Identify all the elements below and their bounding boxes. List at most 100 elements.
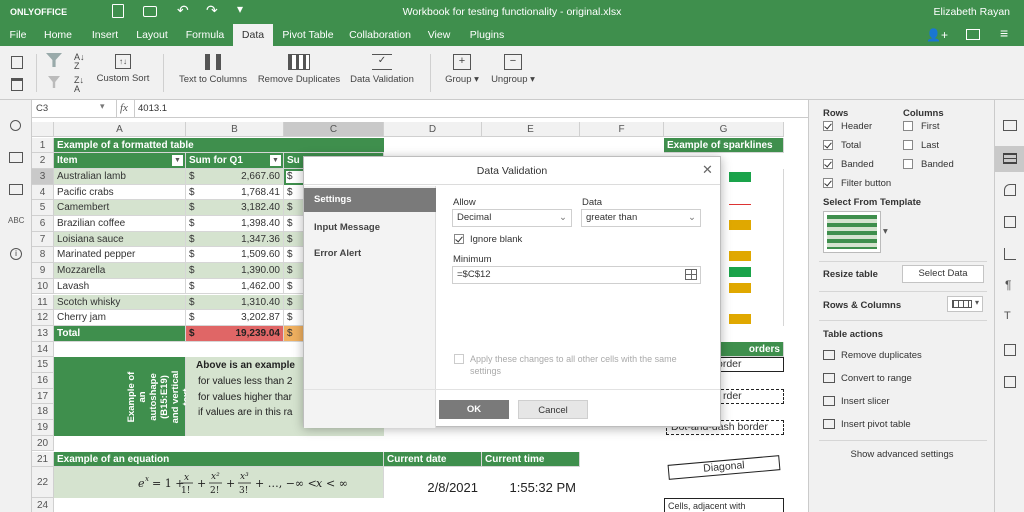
- paragraph-settings-icon[interactable]: ¶: [1005, 278, 1011, 292]
- current-time-label[interactable]: Current time: [482, 451, 580, 468]
- header-item[interactable]: Item ▼: [54, 153, 186, 169]
- row-header[interactable]: 9: [32, 263, 54, 279]
- select-all-corner[interactable]: [32, 122, 54, 137]
- value-cell[interactable]: $1,347.36: [186, 231, 284, 248]
- item-cell[interactable]: Cherry jam: [54, 310, 186, 326]
- tab-collaboration[interactable]: Collaboration: [344, 24, 416, 46]
- hamburger-menu-icon[interactable]: ≡: [1000, 25, 1008, 41]
- last-column-checkbox[interactable]: [903, 140, 913, 150]
- data-validation-button[interactable]: ✓ Data Validation: [348, 54, 416, 85]
- item-cell[interactable]: Loisiana sauce: [54, 231, 186, 248]
- equation-title[interactable]: Example of an equation: [54, 451, 384, 468]
- remove-duplicates-action[interactable]: Remove duplicates: [823, 350, 991, 361]
- remove-duplicates-button[interactable]: Remove Duplicates: [256, 54, 342, 85]
- slicer-settings-icon[interactable]: [1004, 376, 1016, 388]
- column-header[interactable]: D: [384, 122, 482, 137]
- row-header[interactable]: 14: [32, 341, 54, 358]
- first-column-checkbox[interactable]: [903, 121, 913, 131]
- custom-sort-button[interactable]: ↑↓ Custom Sort: [92, 54, 154, 84]
- value-cell[interactable]: $1,768.41: [186, 184, 284, 201]
- filter-button-checkbox[interactable]: [823, 178, 833, 188]
- column-header[interactable]: F: [580, 122, 664, 137]
- pivot-settings-icon[interactable]: [1004, 344, 1016, 356]
- image-settings-icon[interactable]: [1004, 216, 1016, 228]
- text-art-icon[interactable]: T: [1004, 310, 1011, 322]
- tab-plugins[interactable]: Plugins: [462, 24, 512, 46]
- banded-columns-checkbox[interactable]: [903, 159, 913, 169]
- cell-settings-icon[interactable]: [1003, 120, 1017, 131]
- template-picker[interactable]: [823, 211, 881, 253]
- item-cell[interactable]: Brazilian coffee: [54, 216, 186, 232]
- share-users-icon[interactable]: 👤+: [926, 28, 948, 42]
- value-cell[interactable]: $3,182.40: [186, 200, 284, 216]
- sparklines-title[interactable]: Example of sparklines: [664, 137, 784, 154]
- total-label[interactable]: Total: [54, 325, 186, 342]
- row-header[interactable]: 2: [32, 153, 54, 169]
- value-cell[interactable]: $3,202.87: [186, 310, 284, 326]
- tab-data[interactable]: Data: [233, 24, 273, 46]
- column-header[interactable]: C: [284, 122, 384, 137]
- row-header[interactable]: 22: [32, 467, 54, 499]
- diagonal-border-example[interactable]: Diagonal: [667, 455, 781, 480]
- value-cell[interactable]: $2,667.60: [186, 168, 284, 185]
- item-cell[interactable]: Marinated pepper: [54, 247, 186, 264]
- tab-input-message[interactable]: Input Message: [314, 222, 380, 233]
- select-range-icon[interactable]: [685, 269, 697, 280]
- insert-pivot-table-action[interactable]: Insert pivot table: [823, 419, 991, 430]
- select-data-button[interactable]: Select Data: [902, 265, 984, 283]
- template-dropdown-icon[interactable]: ▾: [883, 226, 888, 237]
- item-cell[interactable]: Camembert: [54, 200, 186, 216]
- column-header[interactable]: A: [54, 122, 186, 137]
- clear-filter-icon[interactable]: [48, 76, 60, 88]
- show-advanced-settings-link[interactable]: Show advanced settings: [809, 449, 995, 460]
- chat-icon[interactable]: [9, 184, 23, 195]
- formatted-table-title[interactable]: Example of a formatted table: [54, 137, 384, 154]
- row-header[interactable]: 11: [32, 294, 54, 311]
- row-header[interactable]: 1: [32, 137, 54, 154]
- row-header[interactable]: 24: [32, 498, 54, 512]
- item-cell[interactable]: Lavash: [54, 278, 186, 295]
- item-cell[interactable]: Mozzarella: [54, 263, 186, 279]
- function-icon[interactable]: fx: [120, 102, 128, 114]
- cells-adjacent-text[interactable]: Cells, adjacent with: [664, 498, 784, 512]
- row-header[interactable]: 16: [32, 373, 54, 389]
- tab-file[interactable]: File: [4, 24, 32, 46]
- group-button[interactable]: + Group ▾: [442, 54, 482, 85]
- current-date-label[interactable]: Current date: [384, 451, 482, 468]
- copy-icon[interactable]: [11, 56, 23, 69]
- table-settings-tab[interactable]: [995, 146, 1024, 172]
- spellcheck-icon[interactable]: ABC: [8, 216, 24, 225]
- row-header[interactable]: 7: [32, 231, 54, 248]
- column-header[interactable]: G: [664, 122, 784, 137]
- name-box-dropdown-icon[interactable]: ▾: [100, 101, 105, 112]
- tab-settings[interactable]: Settings: [304, 188, 436, 212]
- item-cell[interactable]: Pacific crabs: [54, 184, 186, 201]
- value-cell[interactable]: $1,509.60: [186, 247, 284, 264]
- row-header[interactable]: 5: [32, 200, 54, 216]
- insert-slicer-action[interactable]: Insert slicer: [823, 396, 991, 407]
- sort-descending-icon[interactable]: Z↓ A: [74, 76, 84, 94]
- text-to-columns-button[interactable]: Text to Columns: [177, 54, 249, 85]
- row-header[interactable]: 17: [32, 388, 54, 405]
- row-header[interactable]: 13: [32, 325, 54, 342]
- row-header[interactable]: 8: [32, 247, 54, 264]
- total-value[interactable]: $19,239.04: [186, 325, 284, 342]
- user-name[interactable]: Elizabeth Rayan: [934, 0, 1010, 24]
- close-icon[interactable]: ✕: [702, 162, 713, 178]
- banded-rows-checkbox[interactable]: [823, 159, 833, 169]
- total-checkbox[interactable]: [823, 140, 833, 150]
- item-cell[interactable]: Australian lamb: [54, 168, 186, 185]
- formula-input[interactable]: 4013.1: [138, 102, 167, 116]
- tab-pivot-table[interactable]: Pivot Table: [278, 24, 338, 46]
- current-time-value[interactable]: 1:55:32 PM: [482, 467, 580, 498]
- row-header[interactable]: 21: [32, 451, 54, 468]
- info-icon[interactable]: i: [10, 248, 22, 260]
- row-header[interactable]: 12: [32, 310, 54, 326]
- tab-home[interactable]: Home: [38, 24, 78, 46]
- data-select[interactable]: greater than ⌄: [581, 209, 701, 227]
- filter-dropdown-icon[interactable]: ▼: [270, 155, 281, 167]
- row-header[interactable]: 10: [32, 278, 54, 295]
- row-header[interactable]: 3: [32, 168, 54, 185]
- filter-dropdown-icon[interactable]: ▼: [172, 155, 183, 167]
- open-location-icon[interactable]: [966, 29, 980, 40]
